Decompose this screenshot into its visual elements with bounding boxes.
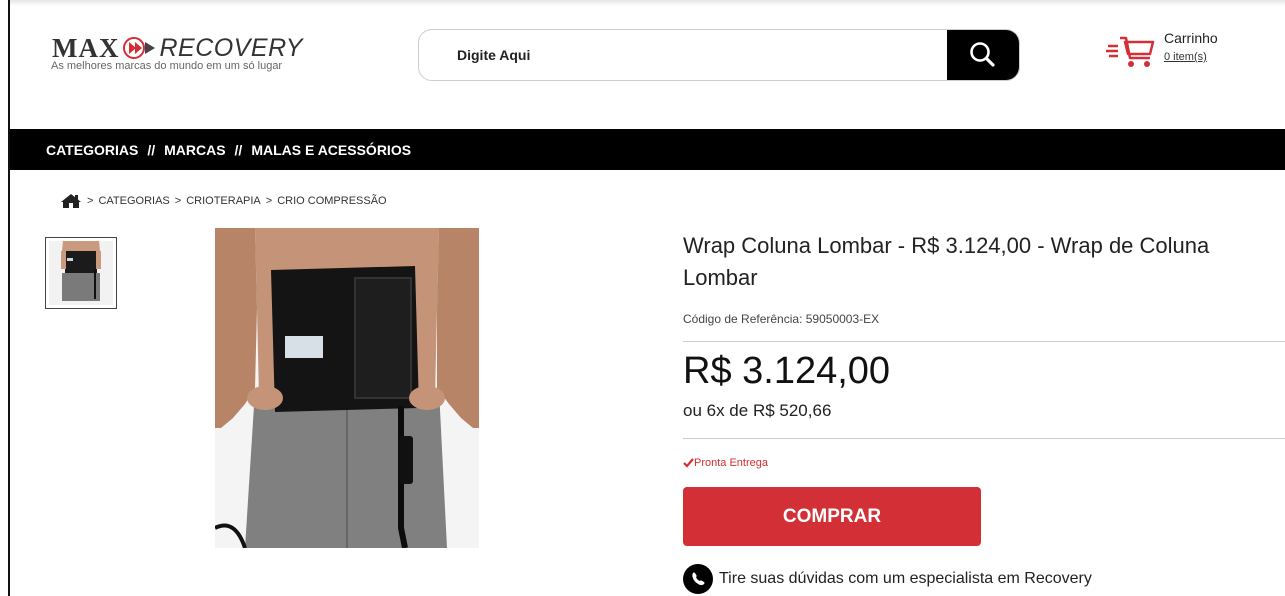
logo-tagline: As melhores marcas do mundo em um só lug…: [51, 60, 283, 72]
product-price: R$ 3.124,00: [683, 350, 891, 392]
logo-recovery-text: RECOVERY: [159, 33, 303, 62]
frame-left-border: [8, 0, 10, 596]
stock-status: Pronta Entrega: [683, 457, 768, 469]
stock-label: Pronta Entrega: [694, 457, 768, 469]
breadcrumb-item-categorias[interactable]: CATEGORIAS: [98, 195, 169, 207]
divider: [683, 438, 1285, 439]
product-installments: ou 6x de R$ 520,66: [683, 401, 832, 420]
logo-max-text: MAX: [52, 32, 120, 63]
top-shadow: [10, 0, 1285, 6]
breadcrumb: > CATEGORIAS > CRIOTERAPIA > CRIO COMPRE…: [60, 193, 387, 209]
site-logo[interactable]: MAX RECOVERY As melhores marcas do mundo…: [51, 32, 303, 73]
breadcrumb-item-crio-compressao[interactable]: CRIO COMPRESSÃO: [277, 195, 386, 207]
product-photo: [215, 228, 479, 548]
breadcrumb-item-crioterapia[interactable]: CRIOTERAPIA: [186, 195, 261, 207]
nav-item-malas[interactable]: MALAS E ACESSÓRIOS: [251, 142, 411, 158]
search-button[interactable]: [947, 30, 1019, 80]
search-bar: [418, 29, 1020, 81]
help-text: Tire suas dúvidas com um especialista em…: [719, 570, 1092, 587]
cart-title: Carrinho: [1164, 30, 1218, 46]
search-icon: [970, 42, 995, 67]
cart-icon: [1106, 36, 1155, 67]
product-thumbnail[interactable]: [45, 237, 117, 309]
breadcrumb-separator: >: [174, 195, 182, 207]
check-icon: [683, 458, 694, 468]
specialist-help-link[interactable]: Tire suas dúvidas com um especialista em…: [683, 564, 1092, 594]
main-nav: CATEGORIAS // MARCAS // MALAS E ACESSÓRI…: [10, 129, 1285, 170]
cart-widget[interactable]: Carrinho 0 item(s): [1106, 30, 1218, 68]
nav-item-categorias[interactable]: CATEGORIAS: [46, 142, 138, 158]
logo-play-icon: [123, 37, 156, 59]
breadcrumb-separator: >: [87, 195, 94, 207]
divider: [683, 341, 1285, 342]
nav-item-marcas[interactable]: MARCAS: [164, 142, 225, 158]
product-reference: Código de Referência: 59050003-EX: [683, 312, 880, 326]
nav-separator: //: [234, 141, 243, 158]
breadcrumb-separator: >: [265, 195, 273, 207]
whatsapp-icon: [683, 564, 713, 594]
product-title: Wrap Coluna Lombar - R$ 3.124,00 - Wrap …: [683, 233, 1210, 290]
buy-button[interactable]: COMPRAR: [683, 487, 981, 546]
search-input[interactable]: [419, 30, 947, 80]
cart-count-link[interactable]: 0 item(s): [1164, 51, 1218, 63]
home-icon[interactable]: [60, 193, 82, 209]
nav-separator: //: [147, 141, 156, 158]
thumbnail-image: [49, 241, 113, 305]
product-main-image[interactable]: [215, 228, 479, 548]
